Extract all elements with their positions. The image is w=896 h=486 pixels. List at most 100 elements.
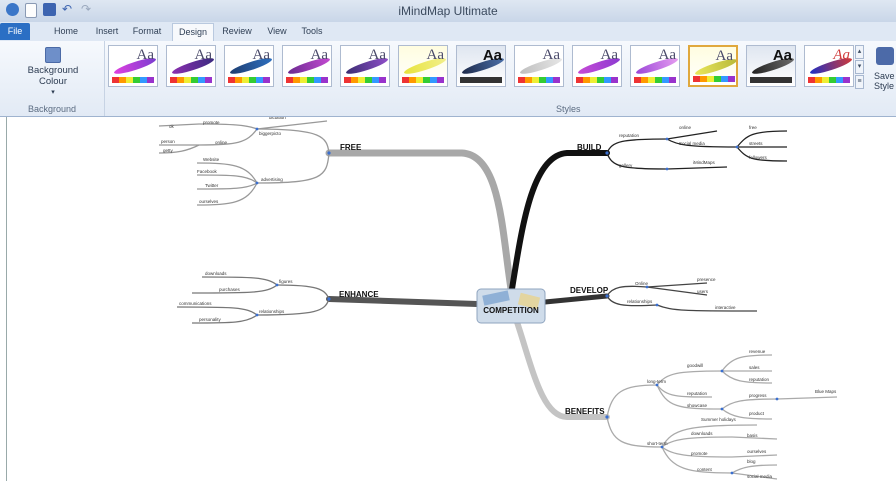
leaf-label: social media xyxy=(747,474,773,479)
tab-review[interactable]: Review xyxy=(220,23,254,40)
tab-view[interactable]: View xyxy=(264,23,290,40)
central-node[interactable]: COMPETITION xyxy=(476,288,546,324)
gallery-more-arrow[interactable]: ≡ xyxy=(855,75,864,89)
leaf-label: basis xyxy=(747,433,758,438)
background-colour-label: Background Colour xyxy=(27,65,79,87)
leaf-label: sales xyxy=(749,365,760,370)
branch-label-develop[interactable]: DEVELOP xyxy=(570,286,609,295)
sub-label: biggerpicto xyxy=(259,131,282,136)
style-palette xyxy=(460,77,502,83)
style-tile-text: Aa xyxy=(482,47,502,64)
branch-label-enhance[interactable]: ENHANCE xyxy=(339,290,379,299)
leaf-label: Website xyxy=(203,157,220,162)
central-topic-label: COMPETITION xyxy=(483,306,539,315)
paint-bucket-icon xyxy=(45,47,61,63)
style-tile-text: Aa xyxy=(426,47,445,63)
style-tile-text: Aa xyxy=(542,47,561,63)
style-tile-6[interactable]: Aa xyxy=(398,45,448,87)
tab-tools[interactable]: Tools xyxy=(298,23,326,40)
leaf-label: product xyxy=(749,411,765,416)
leaf-label: reputation xyxy=(749,377,770,382)
leaf-label: revenue xyxy=(749,349,766,354)
background-colour-button[interactable]: Background Colour ▾ xyxy=(14,47,92,96)
style-tile-4[interactable]: Aa xyxy=(282,45,332,87)
leaf-label: person xyxy=(161,139,175,144)
style-tile-text: Aa xyxy=(252,47,271,63)
free-subtree xyxy=(158,120,330,206)
gallery-up-arrow[interactable]: ▴ xyxy=(855,45,864,59)
branch-label-benefits[interactable]: BENEFITS xyxy=(565,407,605,416)
leaf-label: users xyxy=(697,289,709,294)
style-tile-3[interactable]: Aa xyxy=(224,45,274,87)
gallery-down-arrow[interactable]: ▾ xyxy=(855,60,864,74)
leaf-label: showcase xyxy=(687,403,708,408)
branch-benefits[interactable] xyxy=(514,319,610,420)
leaf-label: Facebook xyxy=(197,169,218,174)
tab-insert[interactable]: Insert xyxy=(92,23,122,40)
mindmap-canvas[interactable]: COMPETITION FREE ENHANCE BUILD DEVELOP B… xyxy=(6,115,896,481)
sub-label: relationships xyxy=(627,299,653,304)
sub-label: long-term xyxy=(647,379,666,384)
leaf-label: Summer holidays xyxy=(701,417,737,422)
branch-develop[interactable] xyxy=(542,293,610,305)
branch-label-build[interactable]: BUILD xyxy=(577,143,602,152)
style-tile-9[interactable]: Aa xyxy=(572,45,622,87)
branch-label-free[interactable]: FREE xyxy=(340,143,362,152)
style-tile-12[interactable]: Aa xyxy=(746,45,796,87)
style-tile-5[interactable]: Aa xyxy=(340,45,390,87)
leaf-label: progress xyxy=(749,393,767,398)
leaf-label: presence xyxy=(697,277,716,282)
style-tile-1[interactable]: Aa xyxy=(108,45,158,87)
save-style-button[interactable]: Save Style xyxy=(874,71,896,91)
leaf-label: communications xyxy=(179,301,212,306)
style-tile-11[interactable]: Aa xyxy=(688,45,738,87)
save-style-icon xyxy=(876,47,894,65)
sub-label: short-term xyxy=(647,441,668,446)
leaf-label: downloads xyxy=(691,431,713,436)
leaf-label: interactive xyxy=(715,305,736,310)
style-palette xyxy=(228,77,270,83)
sub-label: reputation xyxy=(619,133,640,138)
style-tile-2[interactable]: Aa xyxy=(166,45,216,87)
style-tile-13[interactable]: Aa xyxy=(804,45,854,87)
leaf-label: streets xyxy=(749,141,763,146)
style-tile-10[interactable]: Aa xyxy=(630,45,680,87)
style-tile-text: Aa xyxy=(772,47,792,64)
leaf-label: online xyxy=(215,140,228,145)
background-group-label: Background xyxy=(28,104,77,114)
style-palette xyxy=(693,76,735,82)
leaf-label: personality xyxy=(199,317,222,322)
sub-label: figures xyxy=(279,279,293,284)
leaf-label: reputation xyxy=(687,391,708,396)
style-palette xyxy=(576,77,618,83)
free-labels: dictation biggerpicto promote ok online … xyxy=(161,115,286,204)
background-group: Background Colour ▾ Background xyxy=(0,41,105,116)
style-tile-text: Aa xyxy=(600,47,619,63)
leaf-label: iMindMaps xyxy=(693,160,716,165)
leaf-label: ok xyxy=(169,124,175,129)
sub-label: advertising xyxy=(261,177,283,182)
title-bar: ↶ ↷ iMindMap Ultimate xyxy=(0,0,896,23)
style-tile-8[interactable]: Aa xyxy=(514,45,564,87)
leaf-label: followers xyxy=(749,155,768,160)
leaf-label: Twitter xyxy=(205,183,219,188)
tab-home[interactable]: Home xyxy=(50,23,82,40)
style-tile-text: Aa xyxy=(368,47,387,63)
style-tile-text: Aa xyxy=(833,47,850,63)
sub-label: gallery xyxy=(619,163,633,168)
branch-build[interactable] xyxy=(509,150,610,292)
window-title: iMindMap Ultimate xyxy=(398,4,498,18)
tab-design[interactable]: Design xyxy=(172,23,214,42)
style-palette xyxy=(286,77,328,83)
benefits-labels: long-term short-term goodwill revenue sa… xyxy=(647,349,837,479)
leaf-label: Blue Maps xyxy=(815,389,837,394)
branch-free[interactable] xyxy=(325,149,516,299)
style-tile-7[interactable]: Aa xyxy=(456,45,506,87)
leaf-label: content xyxy=(697,467,713,472)
leaf-label: promote xyxy=(203,120,220,125)
tab-format[interactable]: Format xyxy=(130,23,164,40)
leaf-label: purchases xyxy=(219,287,241,292)
leaf-label: blog xyxy=(747,459,756,464)
branch-enhance[interactable] xyxy=(326,296,480,307)
tab-file[interactable]: File xyxy=(0,23,30,40)
